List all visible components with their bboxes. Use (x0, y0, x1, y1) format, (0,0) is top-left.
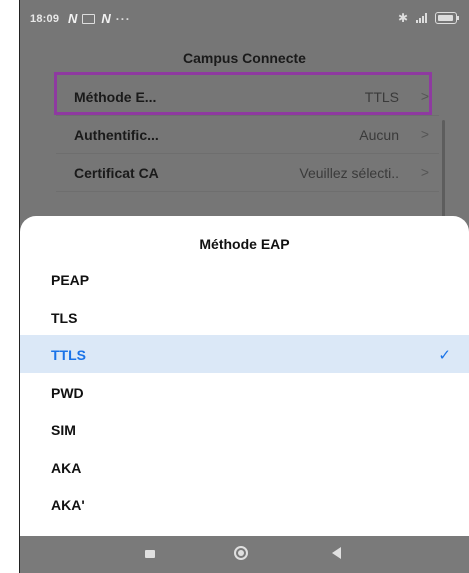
option-label: TTLS (51, 347, 86, 363)
option-label: AKA (51, 459, 82, 476)
eap-options-list: PEAP TLS TTLS ✓ PWD SIM AKA AKA' (20, 260, 469, 523)
scrollbar[interactable] (442, 120, 445, 230)
option-label: AKA' (51, 497, 85, 513)
signal-icon (416, 13, 427, 23)
option-label: TLS (51, 309, 78, 326)
notification-icons: N N ··· (68, 11, 131, 26)
option-pwd[interactable]: PWD (20, 373, 469, 411)
setting-row-authentication[interactable]: Authentific... Aucun > (56, 116, 439, 154)
back-icon[interactable] (332, 547, 341, 559)
option-sim[interactable]: SIM (20, 410, 469, 448)
setting-value: Aucun (359, 127, 399, 143)
option-aka-prime[interactable]: AKA' (20, 485, 469, 523)
option-label: PEAP (51, 272, 90, 288)
chevron-right-icon: > (420, 126, 429, 142)
option-tls[interactable]: TLS (20, 298, 469, 336)
home-icon[interactable] (234, 546, 248, 560)
n-logo-icon: N (101, 11, 110, 26)
n-logo-icon: N (68, 11, 77, 26)
option-ttls[interactable]: TTLS ✓ (20, 335, 469, 373)
option-aka[interactable]: AKA (20, 448, 469, 486)
status-time: 18:09 (30, 13, 60, 25)
more-notifications-icon: ··· (115, 11, 131, 26)
chevron-right-icon: > (420, 164, 429, 180)
system-icons: ✱ (397, 11, 459, 25)
battery-icon (435, 12, 459, 24)
option-label: PWD (51, 384, 84, 401)
setting-value: Veuillez sélecti.. (299, 165, 399, 181)
bluetooth-icon: ✱ (397, 11, 408, 25)
phone-screen: 18:09 N N ··· ✱ Campus Connecte Méthode … (19, 0, 469, 573)
checkmark-icon: ✓ (438, 347, 451, 364)
recent-apps-icon[interactable] (145, 550, 155, 558)
setting-label: Certificat CA (74, 165, 159, 181)
setting-row-ca-certificate[interactable]: Certificat CA Veuillez sélecti.. > (56, 154, 439, 192)
option-label: SIM (51, 422, 76, 438)
page-title: Campus Connecte (183, 50, 306, 66)
option-peap[interactable]: PEAP (20, 260, 469, 298)
highlight-annotation (54, 72, 432, 115)
sheet-title: Méthode EAP (199, 236, 290, 252)
eap-method-bottom-sheet: Méthode EAP PEAP TLS TTLS ✓ PWD SIM AKA (20, 216, 469, 536)
navigation-bar (20, 536, 469, 573)
mail-icon (82, 13, 96, 24)
setting-label: Authentific... (74, 127, 159, 143)
status-bar: 18:09 N N ··· ✱ (20, 0, 469, 38)
